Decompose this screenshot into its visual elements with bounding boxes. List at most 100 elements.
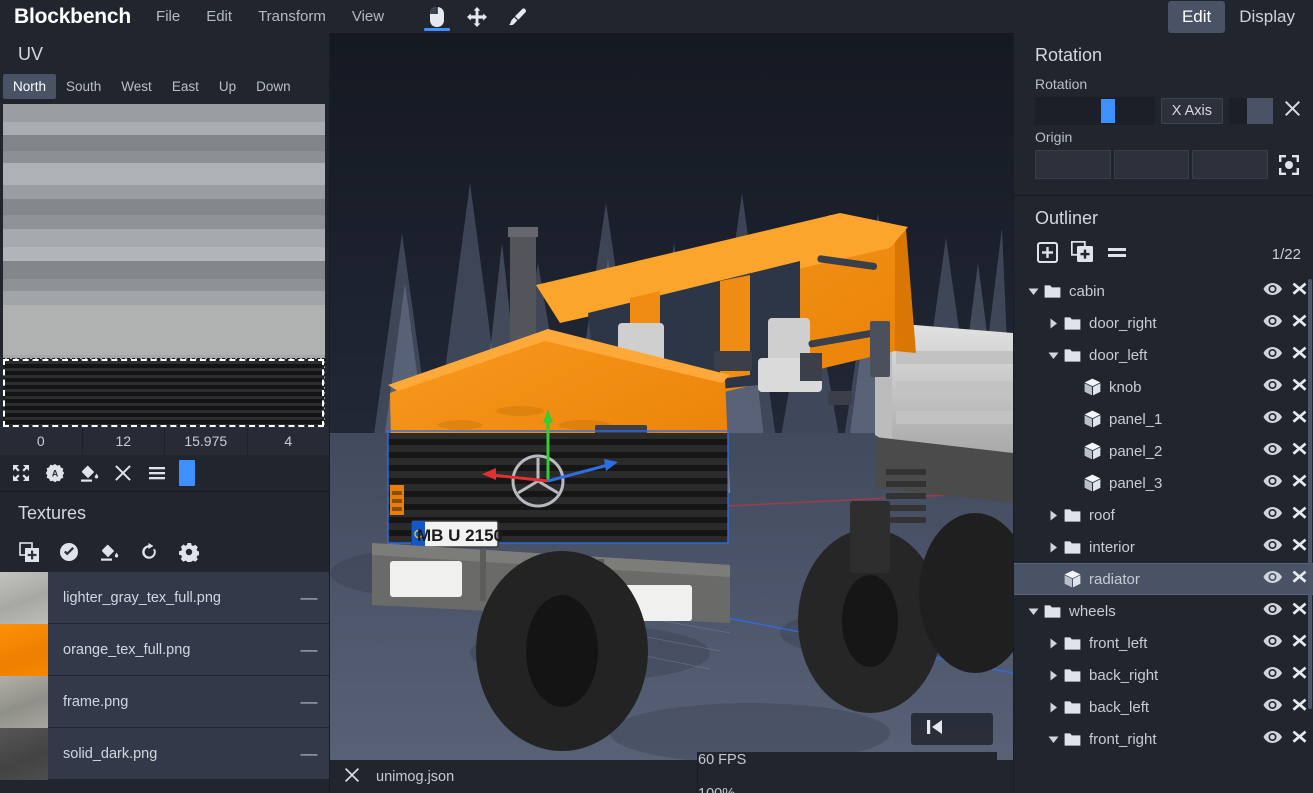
mouse-cursor-icon[interactable]	[419, 0, 455, 33]
export-toggle-icon[interactable]	[1292, 698, 1307, 717]
add-texture-icon[interactable]	[14, 539, 44, 565]
chevron-right-icon[interactable]	[1045, 702, 1061, 713]
chevron-down-icon[interactable]	[1025, 607, 1041, 616]
eye-icon[interactable]	[1263, 346, 1282, 364]
uv-selection-box[interactable]	[3, 359, 324, 427]
outliner-item-door_left[interactable]: door_left	[1014, 339, 1313, 371]
pivot-target-icon[interactable]	[1271, 154, 1307, 176]
menu-transform[interactable]: Transform	[245, 3, 339, 30]
menu-file[interactable]: File	[143, 3, 193, 30]
eye-icon[interactable]	[1263, 698, 1282, 716]
move-tool-icon[interactable]	[459, 0, 495, 33]
add-group-icon[interactable]	[1071, 241, 1094, 268]
outliner-tree[interactable]: cabindoor_rightdoor_leftknobpanel_1panel…	[1014, 275, 1313, 793]
outliner-scrollbar[interactable]	[1308, 279, 1312, 709]
texture-list-item[interactable]: frame.png —	[0, 676, 329, 728]
outliner-item-interior[interactable]: interior	[1014, 531, 1313, 563]
outliner-item-back_left[interactable]: back_left	[1014, 691, 1313, 723]
export-toggle-icon[interactable]	[1292, 474, 1307, 493]
confirm-texture-icon[interactable]	[54, 539, 84, 565]
eye-icon[interactable]	[1263, 570, 1282, 588]
uv-value-y1[interactable]: 12	[83, 428, 166, 455]
viewport-scene[interactable]: MB U 2150	[330, 33, 1013, 793]
texture-remove-icon[interactable]: —	[289, 588, 329, 608]
outliner-item-panel_1[interactable]: panel_1	[1014, 403, 1313, 435]
tab-edit[interactable]: Edit	[1168, 1, 1225, 33]
chevron-down-icon[interactable]	[1025, 287, 1041, 296]
export-toggle-icon[interactable]	[1292, 666, 1307, 685]
rotation-slider-handle[interactable]	[1101, 99, 1115, 123]
eye-icon[interactable]	[1263, 474, 1282, 492]
export-toggle-icon[interactable]	[1292, 538, 1307, 557]
rotation-mode-toggle[interactable]	[1229, 98, 1273, 124]
add-cube-icon[interactable]	[1037, 242, 1058, 268]
uv-face-up[interactable]: Up	[209, 74, 246, 99]
eye-icon[interactable]	[1263, 410, 1282, 428]
outliner-item-wheels[interactable]: wheels	[1014, 595, 1313, 627]
tab-display[interactable]: Display	[1225, 1, 1309, 33]
texture-list-item[interactable]: orange_tex_full.png —	[0, 624, 329, 676]
origin-z-field[interactable]	[1192, 150, 1268, 179]
rotation-axis-button[interactable]: X Axis	[1161, 98, 1223, 124]
chevron-down-icon[interactable]	[1045, 351, 1061, 360]
fill-uv-icon[interactable]	[74, 460, 104, 486]
clear-uv-icon[interactable]	[108, 460, 138, 486]
reload-texture-icon[interactable]	[134, 539, 164, 565]
paint-brush-icon[interactable]	[499, 0, 535, 33]
playback-controls[interactable]	[911, 713, 993, 745]
outliner-item-roof[interactable]: roof	[1014, 499, 1313, 531]
rotation-clear-icon[interactable]	[1279, 100, 1305, 123]
uv-menu-icon[interactable]	[142, 460, 172, 486]
project-filename[interactable]: unimog.json	[376, 769, 454, 785]
chevron-right-icon[interactable]	[1045, 542, 1061, 553]
outliner-item-door_right[interactable]: door_right	[1014, 307, 1313, 339]
export-toggle-icon[interactable]	[1292, 634, 1307, 653]
menu-view[interactable]: View	[339, 3, 397, 30]
chevron-down-icon[interactable]	[1045, 735, 1061, 744]
export-toggle-icon[interactable]	[1292, 314, 1307, 333]
uv-brightness-slider[interactable]	[179, 460, 195, 486]
outliner-item-panel_2[interactable]: panel_2	[1014, 435, 1313, 467]
texture-list-item[interactable]: lighter_gray_tex_full.png —	[0, 572, 329, 624]
collapse-all-icon[interactable]	[1107, 244, 1127, 265]
uv-face-down[interactable]: Down	[246, 74, 301, 99]
3d-viewport[interactable]: MB U 2150	[330, 33, 1013, 793]
export-toggle-icon[interactable]	[1292, 378, 1307, 397]
chevron-right-icon[interactable]	[1045, 318, 1061, 329]
origin-y-field[interactable]	[1114, 150, 1190, 179]
chevron-right-icon[interactable]	[1045, 510, 1061, 521]
zoom-level[interactable]: 100%	[698, 786, 997, 793]
uv-value-x1[interactable]: 0	[0, 428, 83, 455]
outliner-item-front_right[interactable]: front_right	[1014, 723, 1313, 755]
outliner-item-back_right[interactable]: back_right	[1014, 659, 1313, 691]
eye-icon[interactable]	[1263, 314, 1282, 332]
outliner-item-panel_3[interactable]: panel_3	[1014, 467, 1313, 499]
export-toggle-icon[interactable]	[1292, 602, 1307, 621]
outliner-item-radiator[interactable]: radiator	[1014, 563, 1313, 595]
fill-texture-icon[interactable]	[94, 539, 124, 565]
texture-settings-icon[interactable]	[174, 539, 204, 565]
uv-face-west[interactable]: West	[111, 74, 162, 99]
menu-edit[interactable]: Edit	[193, 3, 245, 30]
rotation-slider[interactable]	[1035, 97, 1155, 125]
uv-value-y2[interactable]: 4	[248, 428, 330, 455]
uv-face-east[interactable]: East	[162, 74, 209, 99]
uv-face-north[interactable]: North	[3, 74, 56, 99]
outliner-item-front_left[interactable]: front_left	[1014, 627, 1313, 659]
uv-face-south[interactable]: South	[56, 74, 111, 99]
auto-uv-icon[interactable]: A	[40, 460, 70, 486]
uv-editor-canvas[interactable]	[3, 104, 325, 427]
texture-remove-icon[interactable]: —	[289, 744, 329, 764]
textures-list[interactable]: lighter_gray_tex_full.png — orange_tex_f…	[0, 572, 329, 793]
outliner-item-knob[interactable]: knob	[1014, 371, 1313, 403]
export-toggle-icon[interactable]	[1292, 410, 1307, 429]
outliner-item-cabin[interactable]: cabin	[1014, 275, 1313, 307]
texture-list-item[interactable]: solid_dark.png —	[0, 728, 329, 780]
eye-icon[interactable]	[1263, 538, 1282, 556]
eye-icon[interactable]	[1263, 442, 1282, 460]
close-icon[interactable]	[344, 767, 360, 787]
fit-uv-icon[interactable]	[6, 460, 36, 486]
export-toggle-icon[interactable]	[1292, 570, 1307, 589]
origin-x-field[interactable]	[1035, 150, 1111, 179]
export-toggle-icon[interactable]	[1292, 506, 1307, 525]
